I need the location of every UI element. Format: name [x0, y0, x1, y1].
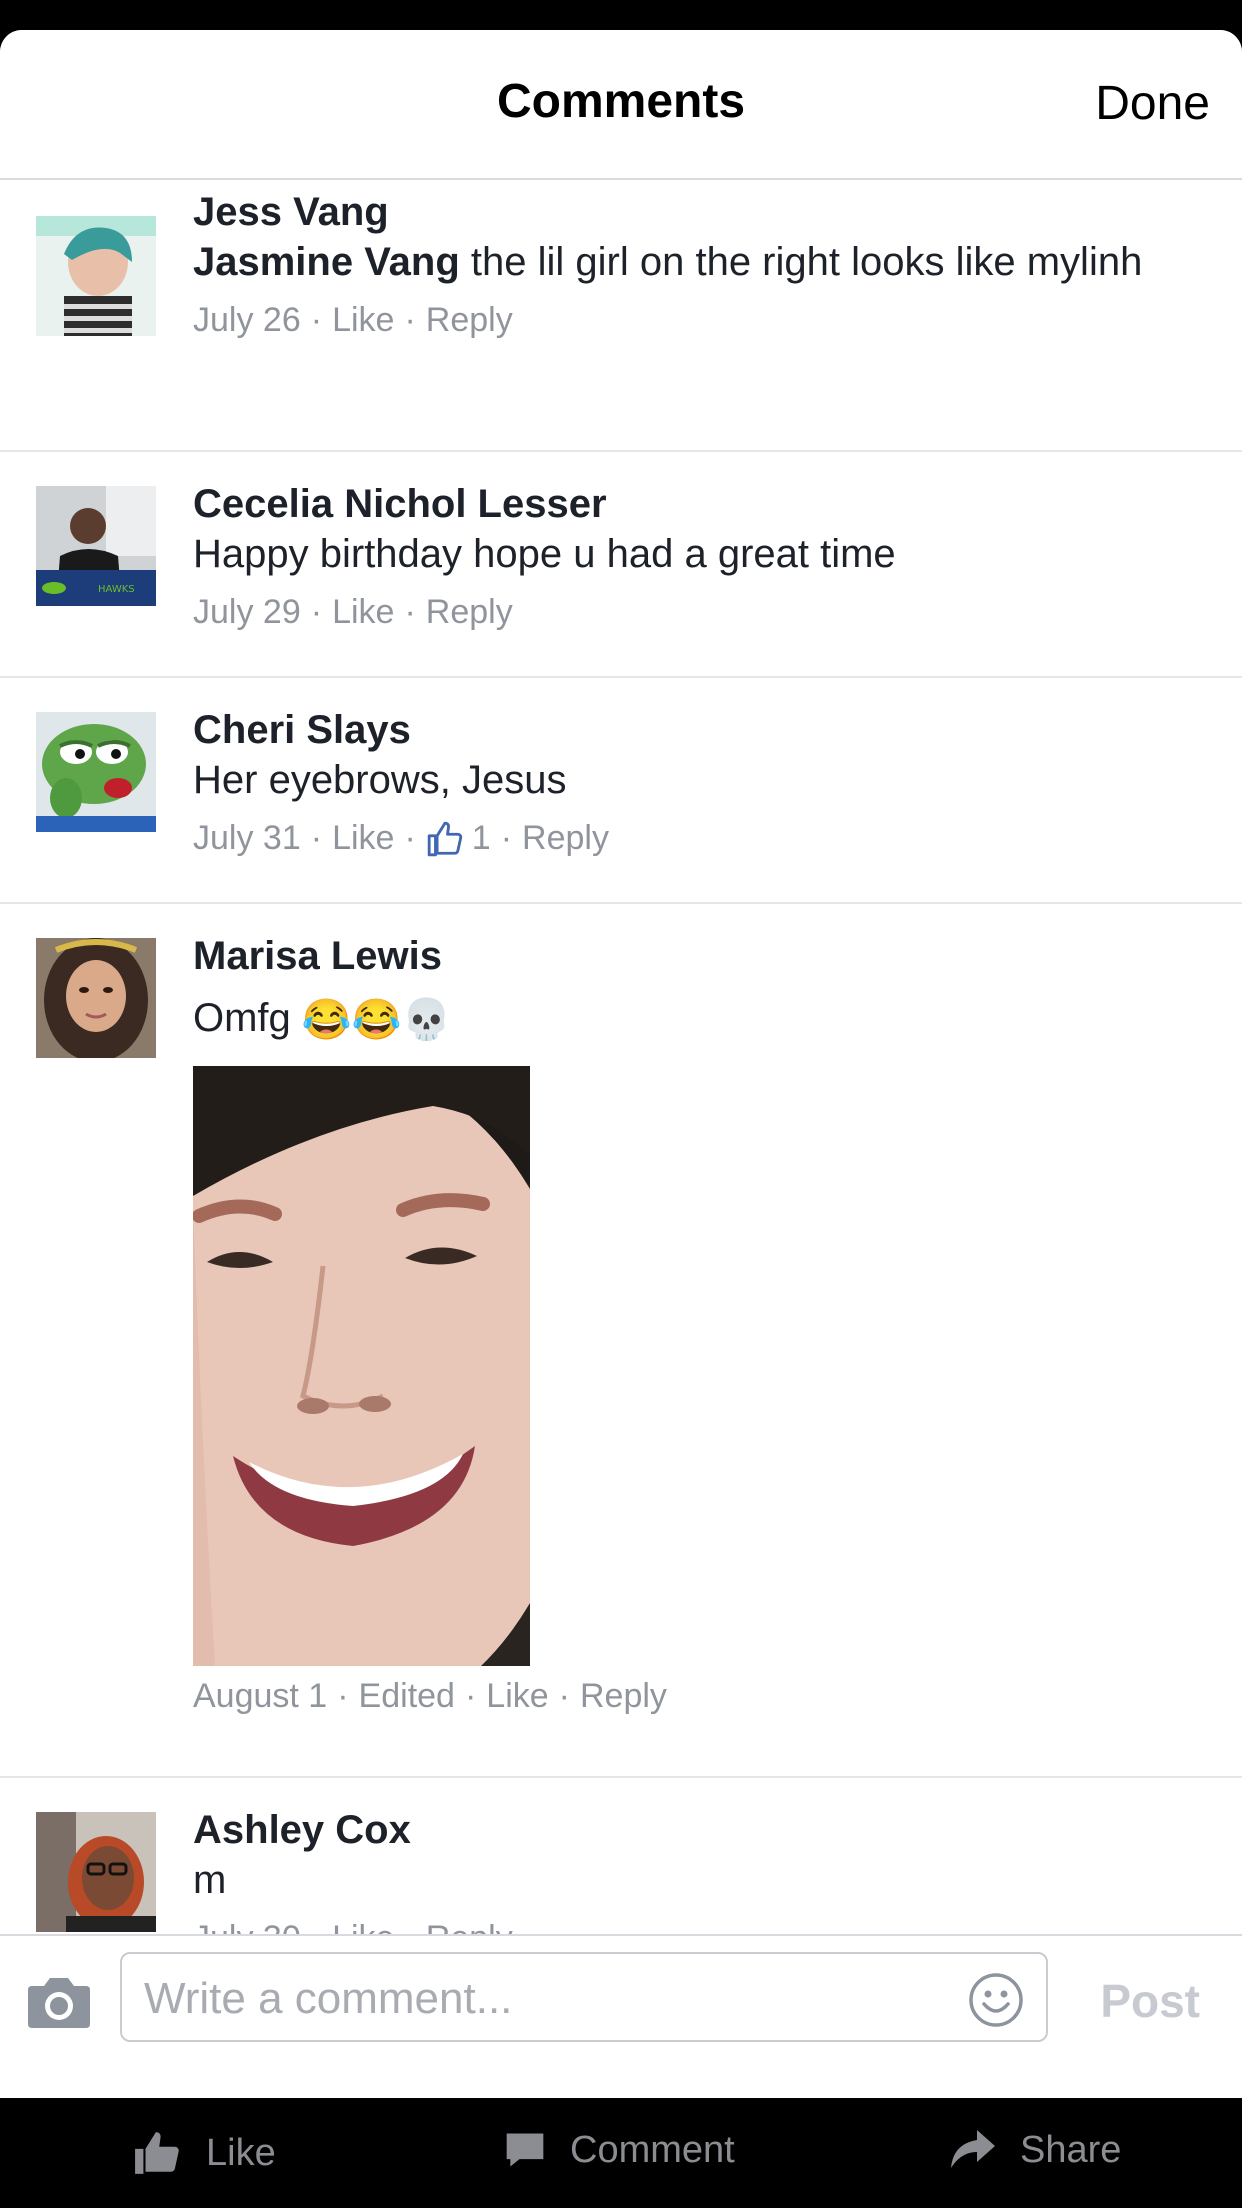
comment-item: Cheri Slays Her eyebrows, Jesus July 31 ·… — [0, 678, 1242, 904]
svg-text:HAWKS: HAWKS — [98, 584, 135, 595]
tears-of-joy-emoji: 😂 — [351, 998, 402, 1043]
comment-meta: July 31 · Like · 1 · Reply — [193, 816, 1202, 860]
comment-body: Cecelia Nichol Lesser Happy birthday hop… — [193, 480, 1202, 634]
comment-author[interactable]: Jess Vang — [193, 188, 1202, 236]
comment-author[interactable]: Cecelia Nichol Lesser — [193, 480, 1202, 528]
reply-link[interactable]: Reply — [580, 1677, 667, 1715]
comment-item: Marisa Lewis Omfg 😂😂💀 August 1 · Edited … — [0, 904, 1242, 1778]
camera-icon[interactable] — [26, 1974, 92, 2030]
comment-bubble-icon — [506, 2133, 544, 2167]
avatar[interactable] — [36, 1812, 156, 1932]
comment-date: July 29 — [193, 593, 301, 631]
comment-date: July 31 — [193, 819, 301, 857]
avatar[interactable] — [36, 712, 156, 832]
comment-meta: July 26 · Like · Reply — [193, 301, 513, 339]
post-button[interactable]: Post — [1100, 1974, 1200, 2028]
comment-author[interactable]: Cheri Slays — [193, 706, 1202, 754]
comment-item: Jess Vang Jasmine Vang the lil girl on t… — [0, 180, 1242, 452]
reply-link[interactable]: Reply — [522, 819, 609, 857]
comment-body: Cheri Slays Her eyebrows, Jesus July 31 ·… — [193, 706, 1202, 860]
page-title: Comments — [496, 75, 746, 128]
comment-text: Happy birthday hope u had a great time — [193, 532, 896, 576]
avatar[interactable] — [36, 216, 156, 336]
edited-label[interactable]: Edited — [359, 1677, 455, 1715]
comment-author[interactable]: Marisa Lewis — [193, 932, 1202, 980]
comment-text-body: Omfg — [193, 996, 291, 1040]
share-action-label: Share — [1020, 2128, 1122, 2171]
comment-photo[interactable] — [193, 1066, 530, 1667]
comment-text: m — [193, 1858, 227, 1902]
comment-action-label: Comment — [570, 2128, 735, 2171]
mention-link[interactable]: Jasmine Vang — [193, 240, 460, 284]
like-count: 1 — [471, 819, 491, 857]
like-link[interactable]: Like — [332, 301, 394, 339]
comment-body: Marisa Lewis Omfg 😂😂💀 August 1 · Edited … — [193, 932, 1202, 1718]
like-count-badge[interactable]: 1 — [426, 816, 491, 860]
avatar[interactable]: HAWKS — [36, 486, 156, 606]
like-action-button[interactable]: Like — [132, 2128, 276, 2178]
comment-text: Her eyebrows, Jesus — [193, 758, 567, 802]
comment-input[interactable]: Write a comment... — [120, 1952, 1048, 2042]
tears-of-joy-emoji: 😂 — [301, 998, 352, 1043]
comment-meta: August 1 · Edited · Like · Reply — [193, 1677, 667, 1716]
skull-emoji: 💀 — [401, 998, 452, 1043]
reply-link[interactable]: Reply — [426, 301, 513, 339]
avatar[interactable] — [36, 938, 156, 1058]
share-arrow-icon — [951, 2130, 995, 2168]
comment-date: August 1 — [193, 1677, 328, 1716]
comments-header: Comments Done — [0, 30, 1242, 180]
comment-action-button[interactable]: Comment — [502, 2128, 735, 2172]
comment-body: Jess Vang Jasmine Vang the lil girl on t… — [193, 188, 1202, 342]
like-link[interactable]: Like — [486, 1677, 548, 1715]
thumbs-up-icon — [427, 821, 462, 857]
comment-composer: Write a comment... Post — [0, 1934, 1242, 2070]
post-action-bar: Like Comment Share — [0, 2098, 1242, 2208]
share-action-button[interactable]: Share — [948, 2128, 1121, 2172]
comment-text: Jasmine Vang the lil girl on the right l… — [193, 238, 1202, 286]
done-button[interactable]: Done — [1095, 76, 1210, 131]
comment-text-body: the lil girl on the right looks like myl… — [459, 240, 1143, 284]
like-link[interactable]: Like — [332, 819, 394, 857]
like-link[interactable]: Like — [332, 593, 394, 631]
reply-link[interactable]: Reply — [426, 593, 513, 631]
comment-input-placeholder: Write a comment... — [144, 1974, 513, 2023]
like-action-label: Like — [206, 2131, 276, 2174]
comment-meta: July 29 · Like · Reply — [193, 593, 513, 631]
comment-text: Omfg 😂😂💀 — [193, 994, 1202, 1044]
comment-item: HAWKS Cecelia Nichol Lesser Happy birthd… — [0, 452, 1242, 678]
smiley-icon[interactable] — [968, 1972, 1024, 2028]
comments-sheet: Comments Done Jess Vang Jasmine Vang the… — [0, 30, 1242, 2098]
thumbs-up-icon — [135, 2132, 179, 2174]
comment-date: July 26 — [193, 301, 301, 339]
comment-author[interactable]: Ashley Cox — [193, 1806, 1202, 1854]
